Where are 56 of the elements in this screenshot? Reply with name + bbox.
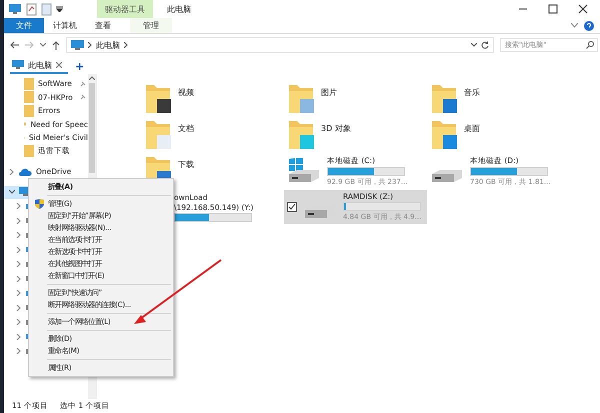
search-icon (586, 41, 594, 49)
chevron-right-icon[interactable] (16, 304, 21, 311)
folder-name: 3D 对象 (321, 123, 351, 134)
recent-caret-icon[interactable] (40, 43, 46, 47)
chevron-right-icon[interactable] (16, 334, 21, 340)
help-icon[interactable] (584, 20, 594, 30)
dropdown-icon[interactable] (56, 6, 63, 12)
ribbon-tab[interactable]: 计算机 (44, 18, 86, 33)
chevron-right-icon[interactable] (16, 232, 21, 238)
properties-icon[interactable] (26, 2, 37, 16)
folder-name: 图片 (321, 87, 337, 98)
shield-icon (35, 199, 44, 209)
ribbon-tab[interactable]: 查看 (86, 18, 120, 33)
chevron-right-icon[interactable] (16, 290, 21, 296)
computer-icon[interactable] (8, 3, 22, 15)
folder-name: 音乐 (464, 87, 480, 98)
tab-label: 此电脑 (28, 60, 52, 70)
scroll-up-icon[interactable] (89, 76, 95, 80)
dropdown-icon[interactable] (471, 43, 477, 47)
close-icon[interactable] (578, 4, 588, 14)
cloud-icon (19, 168, 32, 176)
pin-icon[interactable] (80, 80, 86, 87)
folder-name: 视频 (178, 87, 194, 98)
window-title: 此电脑 (167, 4, 191, 14)
chevron-down-icon[interactable] (9, 189, 15, 196)
chevron-right-icon[interactable] (16, 261, 21, 268)
chevron-right-icon[interactable] (16, 218, 21, 224)
breadcrumb-chevron-icon[interactable] (124, 42, 128, 48)
computer-icon (12, 60, 24, 70)
back-arrow-icon[interactable] (10, 41, 19, 49)
maximize-icon[interactable] (548, 4, 558, 14)
folder-name: 下载 (178, 159, 194, 170)
file-tab[interactable]: 文件 (4, 18, 44, 33)
chevron-right-icon[interactable] (16, 348, 21, 354)
contextual-group-label: 驱动器工具 (105, 4, 145, 14)
chevron-right-icon[interactable] (16, 246, 21, 253)
system-drive-icon[interactable] (287, 158, 321, 184)
refresh-icon[interactable] (481, 41, 489, 49)
ribbon-tab[interactable]: 管理 (130, 18, 172, 33)
chevron-right-icon[interactable] (16, 319, 21, 326)
breadcrumb-chevron-icon[interactable] (88, 42, 92, 48)
chevron-down-icon[interactable] (571, 23, 578, 28)
folder-name: 桌面 (464, 123, 480, 134)
chevron-right-icon[interactable] (16, 276, 21, 282)
up-arrow-icon[interactable] (52, 40, 60, 50)
folder-tab[interactable]: 此电脑 (10, 58, 68, 74)
chevron-right-icon[interactable] (9, 168, 15, 175)
forward-arrow-icon[interactable] (25, 41, 34, 49)
pin-icon[interactable] (80, 94, 86, 100)
folder-name: 文档 (178, 123, 194, 134)
new-tab-button[interactable]: + (72, 60, 88, 72)
checkbox-icon[interactable] (287, 202, 297, 212)
breadcrumb[interactable]: 此电脑 (96, 40, 120, 50)
chevron-right-icon[interactable] (16, 203, 21, 210)
computer-icon (71, 40, 84, 50)
address-field[interactable]: 此电脑 (66, 37, 494, 53)
